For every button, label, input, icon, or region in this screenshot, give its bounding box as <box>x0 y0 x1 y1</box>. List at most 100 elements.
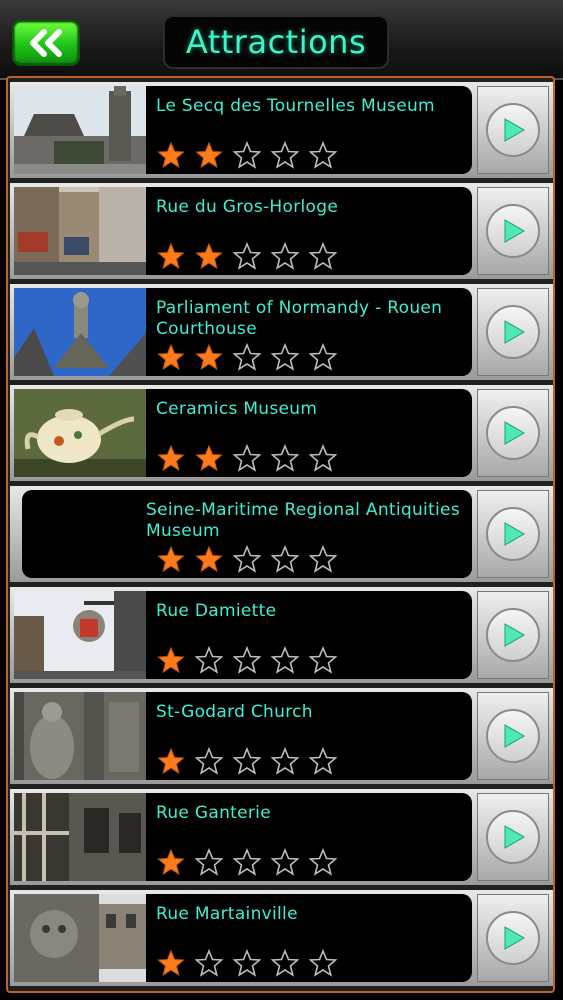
play-arrow-icon <box>504 219 525 243</box>
star-filled-icon <box>190 544 228 574</box>
list-item[interactable]: St-Godard Church <box>10 688 553 784</box>
page-title-box: Attractions <box>163 15 389 69</box>
attraction-thumbnail <box>14 591 146 679</box>
attraction-thumbnail <box>14 793 146 881</box>
attraction-card[interactable]: Seine-Maritime Regional Antiquities Muse… <box>22 490 472 578</box>
rating-stars <box>152 342 342 374</box>
attraction-name: Rue Martainville <box>156 904 298 924</box>
list-item[interactable]: Ceramics Museum <box>10 385 553 481</box>
attraction-thumbnail <box>14 86 146 174</box>
star-empty-icon <box>190 746 228 776</box>
play-arrow-icon <box>504 320 525 344</box>
star-empty-icon <box>228 241 266 271</box>
open-attraction-button[interactable] <box>477 894 549 982</box>
star-filled-icon <box>152 645 190 675</box>
star-filled-icon <box>190 443 228 473</box>
star-filled-icon <box>152 746 190 776</box>
star-filled-icon <box>152 443 190 473</box>
rating-stars <box>152 948 342 980</box>
star-empty-icon <box>266 948 304 978</box>
back-button[interactable] <box>12 20 80 66</box>
star-empty-icon <box>304 140 342 170</box>
star-empty-icon <box>228 948 266 978</box>
star-empty-icon <box>228 140 266 170</box>
open-attraction-button[interactable] <box>477 490 549 578</box>
attraction-card[interactable]: Rue Damiette <box>146 591 472 679</box>
rating-stars <box>152 645 342 677</box>
rating-stars <box>152 746 342 778</box>
attraction-name: Rue Damiette <box>156 601 277 621</box>
star-empty-icon <box>304 645 342 675</box>
attraction-card[interactable]: Parliament of Normandy - Rouen Courthous… <box>146 288 472 376</box>
star-empty-icon <box>304 746 342 776</box>
star-empty-icon <box>304 847 342 877</box>
star-empty-icon <box>304 443 342 473</box>
open-attraction-button[interactable] <box>477 591 549 679</box>
play-arrow-icon <box>504 724 525 748</box>
star-empty-icon <box>190 645 228 675</box>
attraction-card[interactable]: Rue du Gros-Horloge <box>146 187 472 275</box>
list-item[interactable]: Rue Martainville <box>10 890 553 986</box>
star-filled-icon <box>152 140 190 170</box>
star-empty-icon <box>304 241 342 271</box>
star-empty-icon <box>228 746 266 776</box>
star-empty-icon <box>304 342 342 372</box>
attractions-list[interactable]: Le Secq des Tournelles Museum Rue du Gro… <box>6 76 555 993</box>
play-arrow-icon <box>504 522 525 546</box>
star-empty-icon <box>304 544 342 574</box>
star-filled-icon <box>152 342 190 372</box>
attraction-name: Parliament of Normandy - Rouen Courthous… <box>156 298 443 339</box>
play-arrow-icon <box>504 118 525 142</box>
attraction-name: Rue Ganterie <box>156 803 271 823</box>
star-empty-icon <box>228 443 266 473</box>
attraction-thumbnail <box>14 288 146 376</box>
rating-stars <box>152 140 342 172</box>
open-attraction-button[interactable] <box>477 389 549 477</box>
list-item[interactable]: Le Secq des Tournelles Museum <box>10 82 553 178</box>
attraction-name: Seine-Maritime Regional Antiquities Muse… <box>146 500 460 541</box>
open-attraction-button[interactable] <box>477 187 549 275</box>
star-filled-icon <box>190 140 228 170</box>
star-empty-icon <box>228 342 266 372</box>
attraction-card[interactable]: Rue Martainville <box>146 894 472 982</box>
play-arrow-icon <box>504 623 525 647</box>
attraction-card[interactable]: Rue Ganterie <box>146 793 472 881</box>
star-empty-icon <box>304 948 342 978</box>
star-empty-icon <box>266 645 304 675</box>
list-item[interactable]: Rue Damiette <box>10 587 553 683</box>
star-empty-icon <box>266 443 304 473</box>
list-item[interactable]: Rue Ganterie <box>10 789 553 885</box>
star-filled-icon <box>190 342 228 372</box>
star-filled-icon <box>152 847 190 877</box>
play-arrow-icon <box>504 926 525 950</box>
star-empty-icon <box>266 342 304 372</box>
rating-stars <box>152 241 342 273</box>
rating-stars <box>152 847 342 879</box>
star-empty-icon <box>266 847 304 877</box>
list-item[interactable]: Seine-Maritime Regional Antiquities Muse… <box>10 486 553 582</box>
star-empty-icon <box>228 847 266 877</box>
attraction-card[interactable]: St-Godard Church <box>146 692 472 780</box>
attraction-thumbnail <box>14 894 146 982</box>
open-attraction-button[interactable] <box>477 288 549 376</box>
page-title: Attractions <box>185 23 367 61</box>
star-empty-icon <box>228 645 266 675</box>
attraction-thumbnail <box>14 692 146 780</box>
double-chevron-left-icon <box>30 29 62 57</box>
play-arrow-icon <box>504 421 525 445</box>
star-filled-icon <box>152 544 190 574</box>
list-item[interactable]: Rue du Gros-Horloge <box>10 183 553 279</box>
star-empty-icon <box>266 241 304 271</box>
star-empty-icon <box>190 948 228 978</box>
star-empty-icon <box>266 746 304 776</box>
open-attraction-button[interactable] <box>477 793 549 881</box>
open-attraction-button[interactable] <box>477 692 549 780</box>
rating-stars <box>152 544 342 576</box>
attraction-thumbnail <box>14 389 146 477</box>
attraction-card[interactable]: Ceramics Museum <box>146 389 472 477</box>
star-empty-icon <box>266 544 304 574</box>
open-attraction-button[interactable] <box>477 86 549 174</box>
play-arrow-icon <box>504 825 525 849</box>
list-item[interactable]: Parliament of Normandy - Rouen Courthous… <box>10 284 553 380</box>
attraction-card[interactable]: Le Secq des Tournelles Museum <box>146 86 472 174</box>
